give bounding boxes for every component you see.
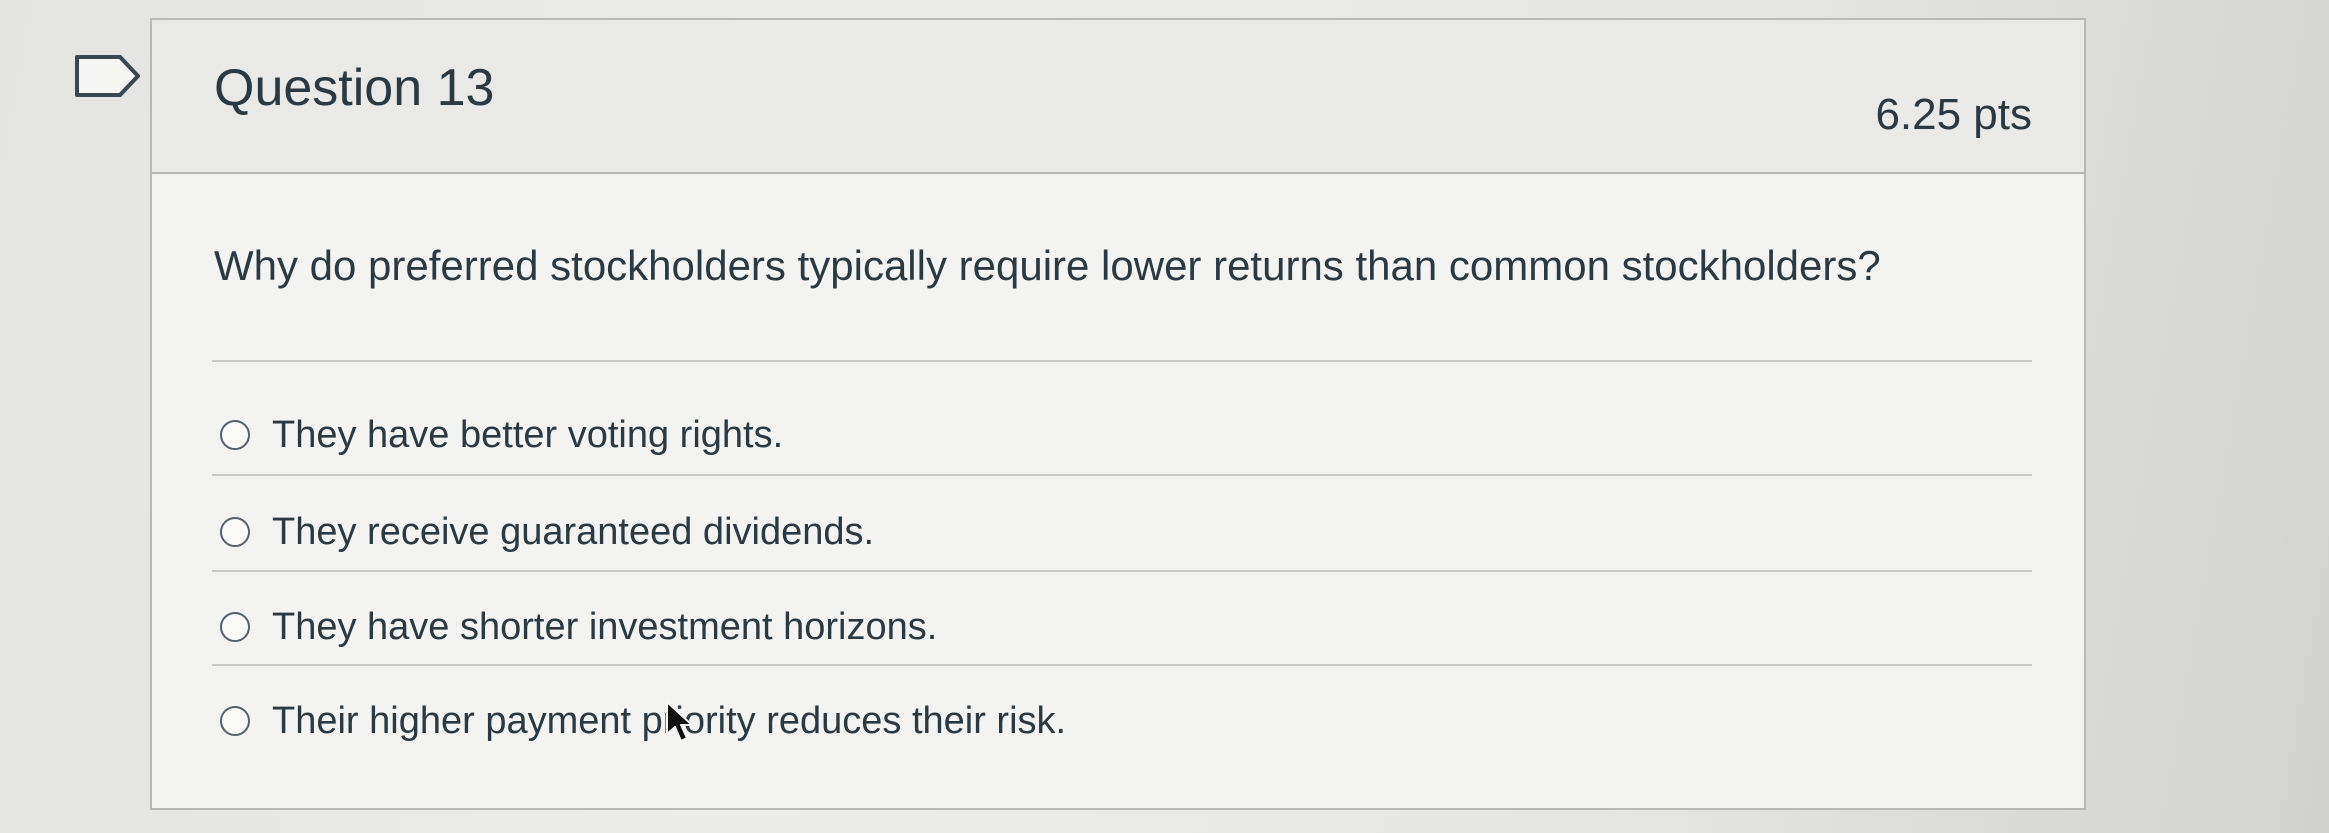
question-text: Why do preferred stockholders typically … bbox=[214, 242, 1881, 289]
mouse-pointer-icon bbox=[666, 701, 693, 742]
divider bbox=[212, 570, 2032, 572]
answer-option-3[interactable]: They have shorter investment horizons. bbox=[220, 597, 937, 657]
radio-button[interactable] bbox=[220, 420, 250, 450]
radio-button[interactable] bbox=[220, 706, 250, 736]
answer-label: They have shorter investment horizons. bbox=[272, 605, 938, 648]
answer-option-1[interactable]: They have better voting rights. bbox=[220, 405, 783, 465]
answer-label: They receive guaranteed dividends. bbox=[272, 510, 875, 553]
divider bbox=[212, 360, 2032, 362]
question-points: 6.25 pts bbox=[1875, 90, 2032, 139]
radio-button[interactable] bbox=[220, 612, 250, 642]
divider bbox=[212, 664, 2032, 666]
divider bbox=[212, 474, 2032, 476]
question-card: Question 13 6.25 pts Why do preferred st… bbox=[150, 18, 2086, 810]
radio-button[interactable] bbox=[220, 517, 250, 547]
flag-question-icon[interactable] bbox=[74, 54, 142, 98]
question-title: Question 13 bbox=[214, 59, 495, 117]
answer-label: They have better voting rights. bbox=[272, 413, 784, 456]
answer-option-4[interactable]: Their higher payment priority reduces th… bbox=[220, 691, 1066, 751]
answer-option-2[interactable]: They receive guaranteed dividends. bbox=[220, 502, 874, 562]
question-header: Question 13 6.25 pts bbox=[152, 20, 2084, 174]
